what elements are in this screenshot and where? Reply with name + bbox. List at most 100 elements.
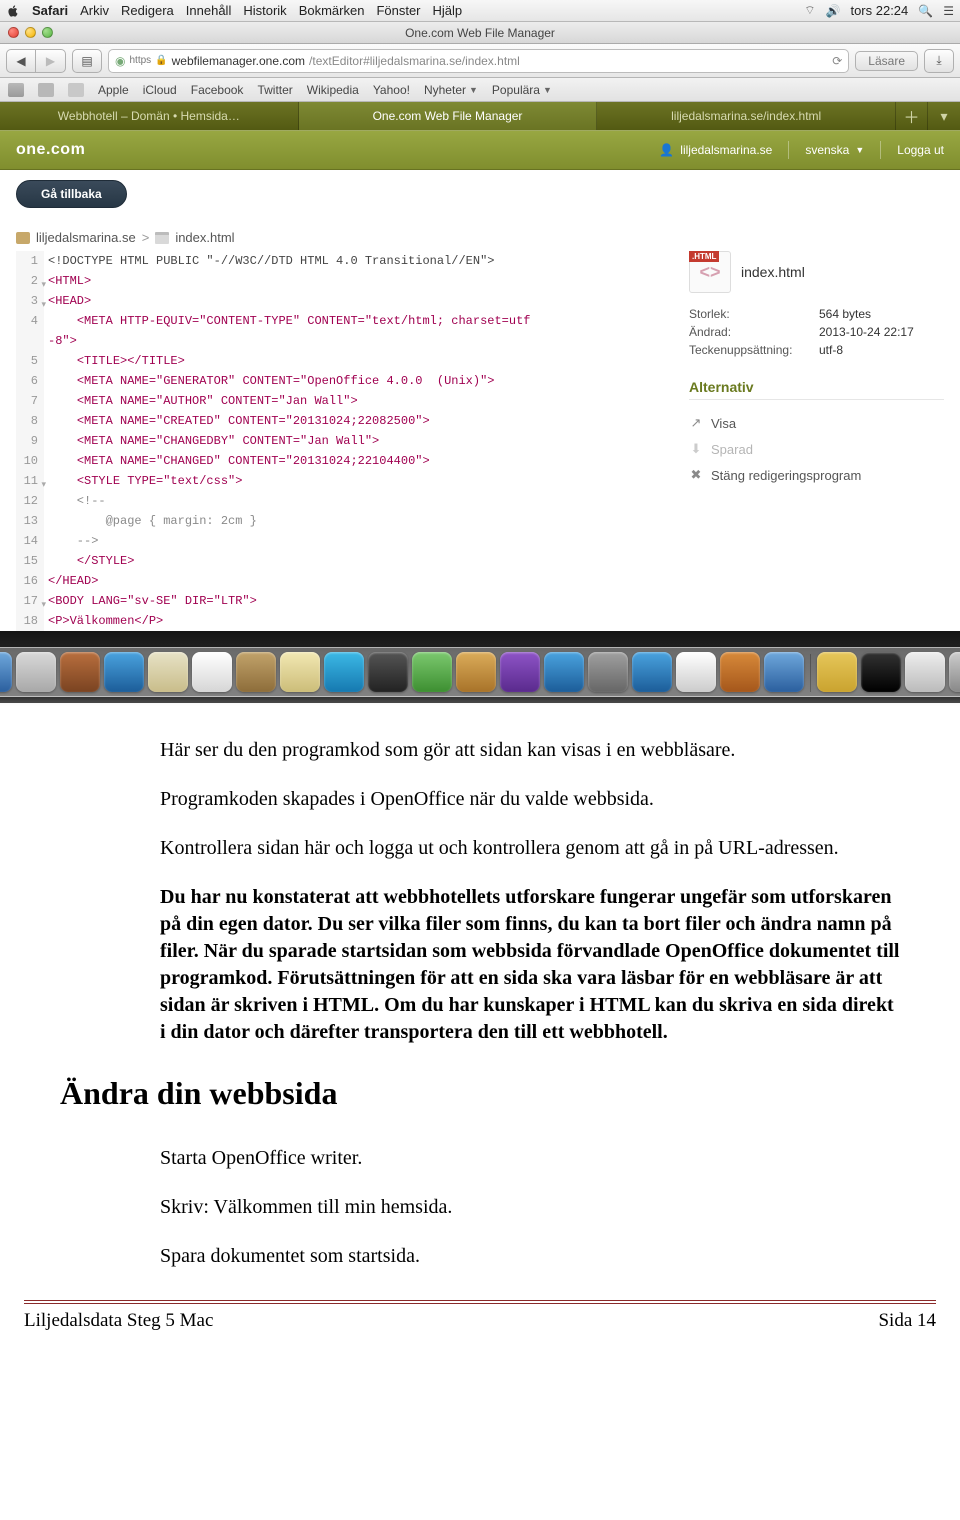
dock-app-finder[interactable]	[0, 652, 12, 692]
dock-app[interactable]	[632, 652, 672, 692]
folder-icon	[16, 232, 30, 244]
menubar-item[interactable]: Hjälp	[433, 3, 463, 18]
file-info-panel: .HTML <> index.html Storlek:564 bytes Än…	[689, 251, 944, 631]
section-heading: Ändra din webbsida	[60, 1072, 900, 1115]
divider	[788, 141, 789, 159]
show-bookmarks-icon[interactable]	[8, 83, 24, 97]
new-tab-button[interactable]: ＋	[896, 102, 928, 130]
body-paragraph: Kontrollera sidan här och logga ut och k…	[160, 835, 900, 862]
saved-status: ⬇Sparad	[689, 436, 944, 462]
dock-app-settings[interactable]	[588, 652, 628, 692]
menubar-item[interactable]: Arkiv	[80, 3, 109, 18]
address-bar[interactable]: ◉ https 🔒 webfilemanager.one.com /textEd…	[108, 49, 849, 73]
downloads-button[interactable]: ⤓	[924, 49, 954, 73]
browser-tab-active[interactable]: One.com Web File Manager	[299, 102, 598, 130]
language-switcher[interactable]: svenska ▼	[805, 143, 864, 157]
close-editor-action[interactable]: ✖Stäng redigeringsprogram	[689, 462, 944, 488]
site-info-icon[interactable]: ◉	[115, 54, 125, 68]
html-badge: .HTML	[689, 251, 719, 262]
browser-tab[interactable]: liljedalsmarina.se/index.html	[597, 102, 896, 130]
dock-app-messages[interactable]	[324, 652, 364, 692]
dock-app-safari[interactable]	[104, 652, 144, 692]
reload-icon[interactable]: ⟳	[832, 54, 842, 68]
dock-trash[interactable]	[949, 652, 960, 692]
chevron-down-icon: ▼	[543, 85, 552, 95]
breadcrumb-root[interactable]: liljedalsmarina.se	[36, 230, 136, 245]
reader-button[interactable]: Läsare	[855, 51, 918, 71]
url-path: /textEditor#liljedalsmarina.se/index.htm…	[309, 54, 520, 68]
reading-list-icon[interactable]	[68, 83, 84, 97]
bookmark-item[interactable]: Twitter	[257, 83, 292, 97]
bookmark-item[interactable]: Populära▼	[492, 83, 552, 97]
logout-link[interactable]: Logga ut	[897, 143, 944, 157]
dock-stack[interactable]	[861, 652, 901, 692]
bookmark-item[interactable]: Nyheter▼	[424, 83, 478, 97]
macos-dock	[0, 631, 960, 703]
dock-app-appstore[interactable]	[544, 652, 584, 692]
dock-app-itunes[interactable]	[500, 652, 540, 692]
window-title: One.com Web File Manager	[0, 26, 960, 40]
dock-app[interactable]	[16, 652, 56, 692]
code-editor[interactable]: 1<!DOCTYPE HTML PUBLIC "-//W3C//DTD HTML…	[16, 251, 669, 631]
footer-left: Liljedalsdata Steg 5 Mac	[24, 1310, 213, 1332]
menubar-item[interactable]: Historik	[243, 3, 286, 18]
macos-menubar: Safari Arkiv Redigera Innehåll Historik …	[0, 0, 960, 22]
onecom-logo[interactable]: one.com	[16, 141, 85, 159]
tab-menu-button[interactable]: ▾	[928, 102, 960, 130]
user-icon: 👤	[659, 143, 674, 157]
dock-stack[interactable]	[817, 652, 857, 692]
dock-app[interactable]	[720, 652, 760, 692]
divider	[880, 141, 881, 159]
menubar-item[interactable]: Bokmärken	[299, 3, 365, 18]
onecom-header: one.com 👤 liljedalsmarina.se svenska ▼ L…	[0, 130, 960, 170]
open-icon: ↗	[689, 415, 703, 431]
view-action[interactable]: ↗Visa	[689, 410, 944, 436]
dock-separator	[810, 654, 811, 692]
volume-icon[interactable]: 🔊	[826, 4, 841, 18]
document-body: Här ser du den programkod som gör att si…	[0, 703, 960, 1270]
chevron-down-icon: ▼	[855, 145, 864, 155]
size-value: 564 bytes	[819, 307, 871, 321]
forward-button[interactable]: ▶	[36, 49, 66, 73]
browser-tab[interactable]: Webbhotell – Domän • Hemsida…	[0, 102, 299, 130]
dock-app[interactable]	[456, 652, 496, 692]
go-back-button[interactable]: Gå tillbaka	[16, 180, 127, 208]
breadcrumb-file: index.html	[175, 230, 234, 245]
lock-icon: 🔒	[155, 55, 167, 66]
spotlight-icon[interactable]: 🔍	[918, 4, 933, 18]
menubar-item[interactable]: Fönster	[376, 3, 420, 18]
menubar-item[interactable]: Redigera	[121, 3, 174, 18]
bookmarks-bar: Apple iCloud Facebook Twitter Wikipedia …	[0, 78, 960, 102]
top-sites-icon[interactable]	[38, 83, 54, 97]
dock-app[interactable]	[764, 652, 804, 692]
menubar-app-name[interactable]: Safari	[32, 3, 68, 18]
dock-app[interactable]	[60, 652, 100, 692]
dock-app-facetime[interactable]	[412, 652, 452, 692]
bookmark-item[interactable]: Yahoo!	[373, 83, 410, 97]
code-icon: <>	[699, 262, 720, 283]
account-user[interactable]: 👤 liljedalsmarina.se	[659, 143, 772, 157]
dock-app[interactable]	[368, 652, 408, 692]
sidebar-toggle-button[interactable]: ▤	[72, 49, 102, 73]
bookmark-item[interactable]: iCloud	[143, 83, 177, 97]
dock-app-ical[interactable]	[192, 652, 232, 692]
saved-icon: ⬇	[689, 441, 703, 457]
close-icon: ✖	[689, 467, 703, 483]
back-button[interactable]: ◀	[6, 49, 36, 73]
file-icon	[155, 232, 169, 244]
bookmark-item[interactable]: Apple	[98, 83, 129, 97]
dock-app-notes[interactable]	[280, 652, 320, 692]
dock-app[interactable]	[148, 652, 188, 692]
dock-app-contacts[interactable]	[236, 652, 276, 692]
window-titlebar: One.com Web File Manager	[0, 22, 960, 44]
dock-stack[interactable]	[905, 652, 945, 692]
dock-app[interactable]	[676, 652, 716, 692]
wifi-icon[interactable]: ⌔	[804, 3, 815, 18]
bookmark-item[interactable]: Facebook	[191, 83, 244, 97]
menubar-item[interactable]: Innehåll	[186, 3, 232, 18]
menubar-clock[interactable]: tors 22:24	[850, 3, 908, 18]
bookmark-item[interactable]: Wikipedia	[307, 83, 359, 97]
modified-value: 2013-10-24 22:17	[819, 325, 914, 339]
apple-logo-icon[interactable]	[6, 4, 20, 18]
notification-center-icon[interactable]: ☰	[943, 4, 954, 18]
